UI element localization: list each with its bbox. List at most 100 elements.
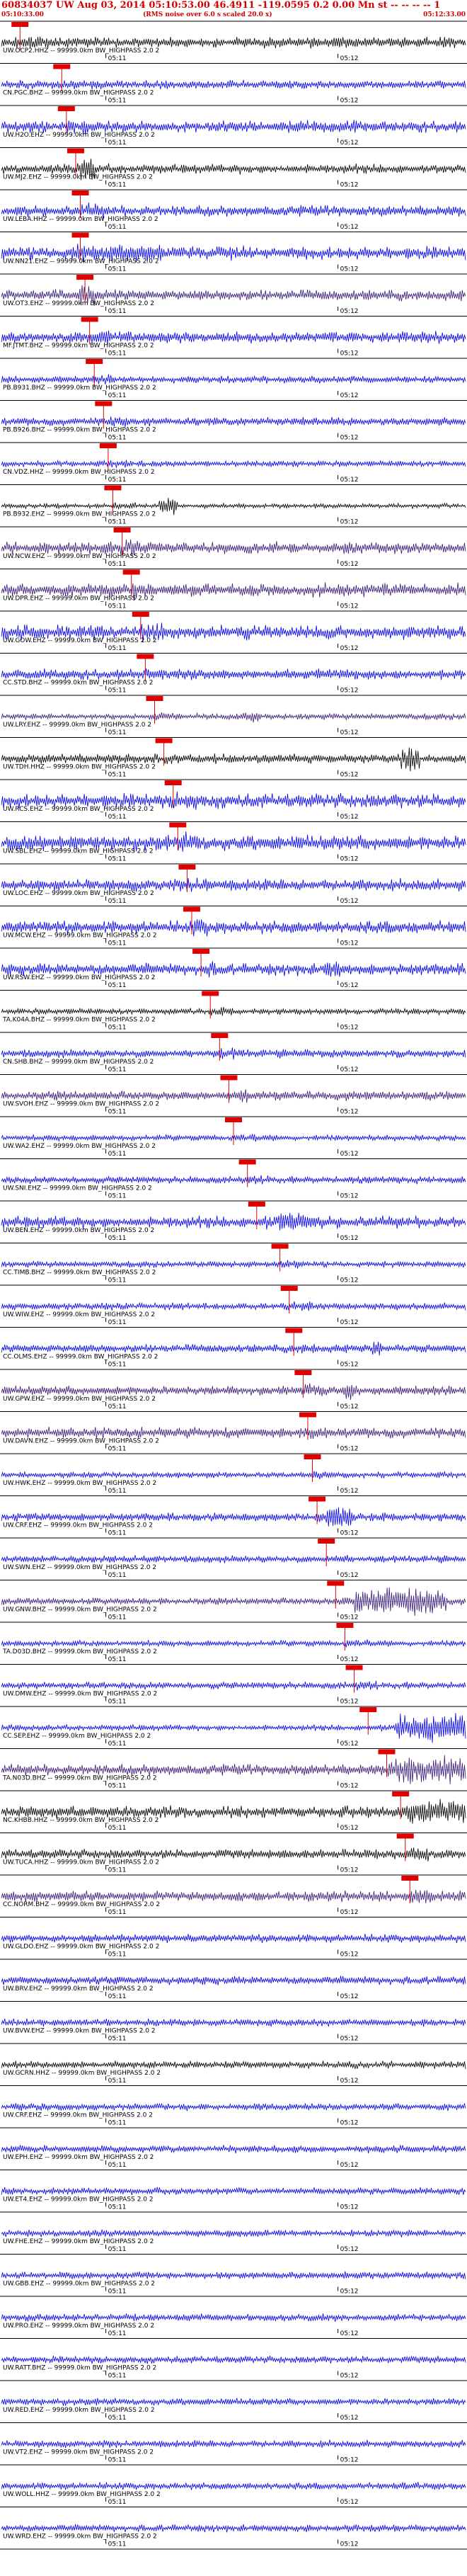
station-label: CC.TIMB.BHZ -- 99999.0km BW_HIGHPASS 2.0…: [3, 1270, 156, 1277]
station-label: UW.TDH.HHZ -- 99999.0km BW_HIGHPASS 2.0 …: [3, 764, 156, 771]
minute-tick-label: 05:11: [108, 1488, 127, 1495]
station-label: CC.NORM.BHZ -- 99999.0km BW_HIGHPASS 2.0…: [3, 1901, 160, 1908]
minute-tick-label: 05:11: [108, 2415, 127, 2422]
station-label: UW.CRF.EHZ -- 99999.0km BW_HIGHPASS 2.0 …: [3, 1522, 153, 1529]
station-label: PB.B931.BHZ -- 99999.0km BW_HIGHPASS 2.0…: [3, 384, 156, 392]
station-label: UW.BEN.EHZ -- 99999.0km BW_HIGHPASS 2.0 …: [3, 1227, 154, 1234]
station-label: UW.TUCA.HHZ -- 99999.0km BW_HIGHPASS 2.0…: [3, 1859, 159, 1867]
minute-tick-label: 05:11: [108, 940, 127, 947]
minute-tick-label: 05:12: [340, 308, 359, 315]
minute-tick-label: 05:11: [108, 2120, 127, 2127]
station-label: UW.RED.EHZ -- 99999.0km BW_HIGHPASS 2.0 …: [3, 2407, 155, 2414]
station-label: CC.OLMS.EHZ -- 99999.0km BW_HIGHPASS 2.0…: [3, 1354, 158, 1361]
minute-tick-label: 05:11: [108, 1066, 127, 1073]
minute-tick-label: 05:11: [108, 1783, 127, 1790]
minute-tick-label: 05:12: [340, 1656, 359, 1663]
minute-tick-label: 05:11: [108, 1572, 127, 1579]
station-label: CN.SHB.BHZ -- 99999.0km BW_HIGHPASS 2.0 …: [3, 1059, 154, 1066]
station-label: UW.BVW.EHZ -- 99999.0km BW_HIGHPASS 2.0 …: [3, 2028, 156, 2035]
minute-tick-label: 05:12: [340, 1446, 359, 1453]
station-label: UW.SVOH.EHZ -- 99999.0km BW_HIGHPASS 2.0…: [3, 1101, 159, 1108]
minute-tick-label: 05:11: [108, 645, 127, 652]
minute-tick-label: 05:12: [340, 1066, 359, 1073]
station-label: UW.EPH.EHZ -- 99999.0km BW_HIGHPASS 2.0 …: [3, 2154, 154, 2161]
station-label: UW.NCW.EHZ -- 99999.0km BW_HIGHPASS 2.0 …: [3, 553, 156, 560]
minute-tick-label: 05:12: [340, 898, 359, 905]
minute-tick-label: 05:12: [340, 940, 359, 947]
minute-tick-label: 05:11: [108, 1362, 127, 1369]
minute-tick-label: 05:12: [340, 2120, 359, 2127]
minute-tick-label: 05:11: [108, 98, 127, 105]
minute-tick-label: 05:11: [108, 477, 127, 484]
minute-tick-label: 05:11: [108, 603, 127, 610]
minute-tick-label: 05:12: [340, 729, 359, 736]
minute-tick-label: 05:12: [340, 2541, 359, 2548]
station-label: CC.SEP.EHZ -- 99999.0km BW_HIGHPASS 2.0 …: [3, 1733, 151, 1740]
minute-tick-label: 05:11: [108, 1025, 127, 1032]
minute-tick-label: 05:11: [108, 1151, 127, 1158]
minute-tick-label: 05:11: [108, 1867, 127, 1874]
station-label: UW.LRY.EHZ -- 99999.0km BW_HIGHPASS 2.0 …: [3, 722, 151, 729]
station-label: UW.CRF.EHZ -- 99999.0km BW_HIGHPASS 2.0 …: [3, 2112, 153, 2119]
minute-tick-label: 05:12: [340, 266, 359, 273]
minute-tick-label: 05:12: [340, 603, 359, 610]
station-label: UW.DMW.EHZ -- 99999.0km BW_HIGHPASS 2.0 …: [3, 1691, 157, 1698]
minute-tick-label: 05:12: [340, 2289, 359, 2296]
station-label: PB.B926.BHZ -- 99999.0km BW_HIGHPASS 2.0…: [3, 427, 156, 434]
waveform-trace: [1, 1470, 466, 1480]
minute-tick-label: 05:12: [340, 435, 359, 442]
minute-tick-label: 05:11: [108, 1699, 127, 1706]
minute-tick-label: 05:11: [108, 1193, 127, 1200]
station-label: MF.JTMT.BHZ -- 99999.0km BW_HIGHPASS 2.0…: [3, 343, 154, 350]
station-label: UW.OCP2.HHZ -- 99999.0km BW_HIGHPASS 2.0…: [3, 47, 159, 55]
station-label: UW.GCRN.HHZ -- 99999.0km BW_HIGHPASS 2.0…: [3, 2070, 161, 2077]
minute-tick-label: 05:11: [108, 856, 127, 863]
minute-tick-label: 05:11: [108, 1993, 127, 2000]
minute-tick-label: 05:11: [108, 224, 127, 231]
minute-tick-label: 05:11: [108, 1530, 127, 1537]
station-label: UW.GPW.EHZ -- 99999.0km BW_HIGHPASS 2.0 …: [3, 1396, 156, 1403]
minute-tick-label: 05:12: [340, 2162, 359, 2169]
minute-tick-label: 05:11: [108, 1825, 127, 1832]
minute-tick-label: 05:11: [108, 351, 127, 358]
minute-tick-label: 05:12: [340, 477, 359, 484]
minute-tick-label: 05:12: [340, 2078, 359, 2085]
minute-tick-label: 05:11: [108, 2541, 127, 2548]
station-label: NC.KHBB.HHZ -- 99999.0km BW_HIGHPASS 2.0…: [3, 1817, 158, 1824]
minute-tick-label: 05:12: [340, 351, 359, 358]
minute-tick-label: 05:12: [340, 1488, 359, 1495]
station-label: PB.B932.EHZ -- 99999.0km BW_HIGHPASS 2.0…: [3, 511, 156, 518]
minute-tick-label: 05:12: [340, 2373, 359, 2380]
minute-tick-label: 05:11: [108, 2330, 127, 2337]
station-label: UW.HWK.EHZ -- 99999.0km BW_HIGHPASS 2.0 …: [3, 1480, 156, 1487]
minute-tick-label: 05:12: [340, 98, 359, 105]
minute-tick-label: 05:11: [108, 2078, 127, 2085]
station-label: UW.SBL.EHZ -- 99999.0km BW_HIGHPASS 2.0 …: [3, 848, 154, 855]
minute-tick-label: 05:12: [340, 1740, 359, 1748]
minute-tick-label: 05:12: [340, 2499, 359, 2506]
station-label: UW.MCW.EHZ -- 99999.0km BW_HIGHPASS 2.0 …: [3, 933, 157, 940]
minute-tick-label: 05:11: [108, 2204, 127, 2211]
minute-tick-label: 05:11: [108, 1403, 127, 1410]
station-label: UW.MJ2.EHZ -- 99999.0km BW_HIGHPASS 2.0 …: [3, 174, 153, 181]
minute-tick-label: 05:12: [340, 1025, 359, 1032]
station-label: UW.GNW.BHZ -- 99999.0km BW_HIGHPASS 2.0 …: [3, 1607, 157, 1614]
minute-tick-label: 05:12: [340, 1951, 359, 1959]
minute-tick-label: 05:12: [340, 182, 359, 189]
station-label: UW.OT3.EHZ -- 99999.0km BW_HIGHPASS 2.0 …: [3, 300, 154, 307]
minute-tick-label: 05:12: [340, 2246, 359, 2253]
minute-tick-label: 05:12: [340, 814, 359, 821]
minute-tick-label: 05:12: [340, 1362, 359, 1369]
station-label: TA.N03D.BHZ -- 99999.0km BW_HIGHPASS 2.0…: [2, 1775, 157, 1782]
minute-tick-label: 05:12: [340, 645, 359, 652]
minute-tick-label: 05:12: [340, 772, 359, 779]
minute-tick-label: 05:12: [340, 1277, 359, 1284]
minute-tick-label: 05:11: [108, 182, 127, 189]
station-label: UW.RSW.EHZ -- 99999.0km BW_HIGHPASS 2.0 …: [3, 974, 156, 981]
station-label: UW.GBB.EHZ -- 99999.0km BW_HIGHPASS 2.0 …: [3, 2281, 155, 2288]
minute-tick-label: 05:12: [340, 982, 359, 989]
minute-tick-label: 05:12: [340, 55, 359, 62]
minute-tick-label: 05:11: [108, 2289, 127, 2296]
minute-tick-label: 05:12: [340, 1993, 359, 2000]
minute-tick-label: 05:11: [108, 519, 127, 526]
